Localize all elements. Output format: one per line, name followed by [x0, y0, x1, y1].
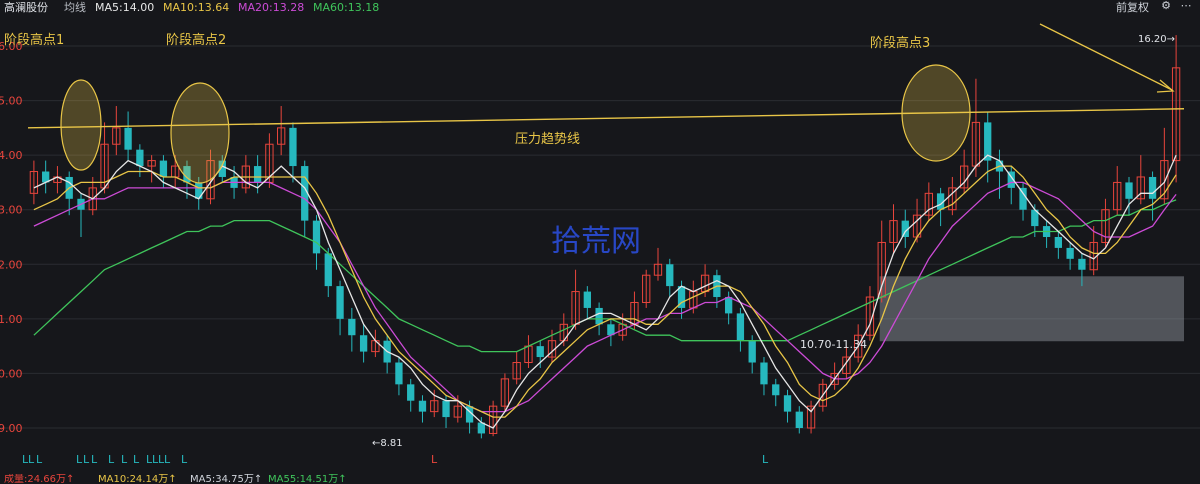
trendline-label: 压力趋势线 — [515, 131, 580, 147]
y-tick-label: 3.00 — [0, 204, 23, 217]
bottom-marker: L — [91, 453, 98, 466]
candle-body — [324, 253, 332, 287]
ma10v-label: MA10:24.14万↑ — [98, 474, 177, 484]
y-tick-label: 5.00 — [0, 95, 23, 108]
peak2-label: 阶段高点2 — [166, 32, 226, 48]
candle-body — [124, 127, 132, 150]
y-tick-label: 9.00 — [0, 422, 23, 435]
bottom-marker: L — [121, 453, 128, 466]
candle-body — [418, 400, 427, 412]
bottom-marker: L — [36, 453, 43, 466]
candle-body — [395, 362, 403, 385]
avg-line-label[interactable]: 均线 — [64, 0, 86, 16]
bottom-marker: L — [431, 453, 438, 466]
candle-body — [407, 384, 415, 401]
candle-body — [736, 313, 745, 341]
candle-body — [666, 264, 674, 287]
candle-body — [1066, 247, 1074, 259]
candle-body — [1019, 187, 1027, 210]
bottom-marker: L — [133, 453, 140, 466]
low-price-label: ←8.81 — [372, 438, 403, 449]
watermark: 拾荒网 — [551, 224, 641, 259]
candle-body — [595, 307, 603, 325]
support-zone-band — [879, 276, 1184, 342]
candle-body — [748, 340, 756, 363]
bottom-marker: L — [76, 453, 83, 466]
stock-name[interactable]: 高澜股份 — [4, 0, 48, 16]
candle-body — [253, 166, 262, 183]
more-icon[interactable]: ⋯ — [1180, 0, 1192, 12]
ma5-label: MA5:14.00 — [95, 1, 155, 14]
candle-body — [1125, 182, 1133, 199]
candle-body — [312, 220, 321, 254]
bottom-marker: L — [164, 453, 171, 466]
peak1-label: 阶段高点1 — [4, 32, 64, 48]
candle-body — [536, 346, 544, 358]
support-zone-label: 10.70-11.34 — [800, 338, 867, 351]
candle-body — [724, 297, 733, 314]
candle-body — [359, 335, 368, 352]
peak-ellipse — [170, 82, 230, 184]
peak3-label: 阶段高点3 — [870, 35, 930, 51]
ma20-label: MA20:13.28 — [238, 1, 305, 14]
candle-body — [159, 160, 168, 177]
candle-body — [1054, 237, 1063, 248]
ma10-label: MA10:13.64 — [163, 1, 230, 14]
candle-body — [760, 362, 768, 385]
volume-indicator-bar: 成量:24.66万↑ MA10:24.14万↑ MA5:34.75万↑ MA55… — [0, 474, 1200, 484]
high-price-label: 16.20→ — [1138, 34, 1175, 45]
y-tick-label: 1.00 — [0, 313, 23, 326]
y-tick-label: 0.00 — [0, 367, 23, 380]
gear-icon[interactable]: ⚙ — [1160, 0, 1172, 12]
y-tick-label: 4.00 — [0, 149, 23, 162]
candle-body — [772, 384, 780, 396]
candle-body — [583, 291, 591, 308]
ma60-label: MA60:13.18 — [313, 1, 380, 14]
ma55v-label: MA55:14.51万↑ — [268, 474, 347, 484]
candle-body — [348, 318, 356, 336]
candlestick-chart[interactable]: 6.005.004.003.002.001.000.009.00 压力趋势线阶段… — [0, 0, 1200, 484]
bottom-marker: L — [83, 453, 90, 466]
bottom-marker: L — [762, 453, 769, 466]
peak-ellipse — [901, 64, 971, 162]
candle-body — [1078, 258, 1086, 270]
candle-body — [336, 286, 344, 319]
peak-ellipse — [60, 79, 102, 171]
volume-label: 成量:24.66万↑ — [4, 474, 75, 484]
candle-body — [442, 400, 450, 418]
adjust-dropdown[interactable]: 前复权 — [1116, 0, 1149, 16]
candle-body — [783, 395, 792, 412]
candle-body — [136, 149, 144, 167]
candle-body — [195, 182, 203, 199]
y-tick-label: 2.00 — [0, 258, 23, 271]
bottom-marker: L — [28, 453, 35, 466]
support-zone — [879, 276, 1184, 342]
candle-body — [795, 411, 803, 428]
bottom-marker: L — [108, 453, 115, 466]
bottom-marker: L — [181, 453, 188, 466]
indicator-bar: 高澜股份 均线 MA5:14.00 MA10:13.64 MA20:13.28 … — [0, 0, 1200, 16]
ma5v-label: MA5:34.75万↑ — [190, 474, 263, 484]
candle-body — [1148, 176, 1157, 199]
candle-body — [289, 127, 297, 167]
